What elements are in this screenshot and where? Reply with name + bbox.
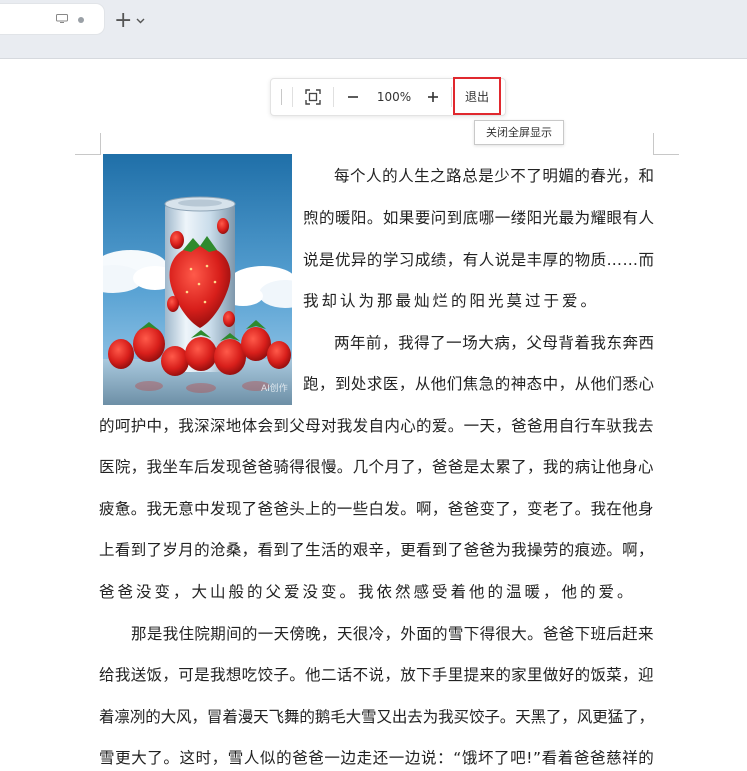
zoom-out-button[interactable] bbox=[339, 83, 367, 111]
monitor-icon bbox=[56, 14, 68, 23]
exit-fullscreen-button[interactable]: 退出 bbox=[453, 77, 501, 115]
article-line: 那是我住院期间的一天傍晚，天很冷，外面的雪下得很大。爸爸下班后赶来 bbox=[131, 625, 654, 643]
exit-tooltip: 关闭全屏显示 bbox=[474, 120, 564, 145]
fit-page-button[interactable] bbox=[299, 83, 327, 111]
toolbar-divider bbox=[292, 87, 293, 107]
article-line: 两年前，我得了一场大病，父母背着我东奔西 bbox=[334, 334, 654, 352]
article-image: AI创作 bbox=[103, 154, 292, 405]
browser-tab[interactable] bbox=[0, 4, 104, 34]
article-line: 医院，我坐车后发现爸爸骑得很慢。几个月了，爸爸是太累了，我的病让他身心 bbox=[99, 458, 654, 476]
minus-icon bbox=[348, 96, 358, 98]
article-line: 我却认为那最灿烂的阳光莫过于爱。 bbox=[303, 292, 600, 310]
article-line: 说是优异的学习成绩，有人说是丰厚的物质……而 bbox=[303, 251, 654, 269]
toolbar-divider bbox=[333, 87, 334, 107]
article-line: 上看到了岁月的沧桑，看到了生活的艰辛，更看到了爸爸为我操劳的痕迹。啊， bbox=[99, 541, 654, 559]
zoom-level: 100% bbox=[376, 90, 412, 104]
article-line: 煦的暖阳。如果要问到底哪一缕阳光最为耀眼有人 bbox=[303, 209, 654, 227]
new-tab-button[interactable]: + bbox=[114, 10, 148, 32]
article-line: 给我送饭，可是我想吃饺子。他二话不说，放下手里提来的家里做好的饭菜，迎 bbox=[99, 666, 654, 684]
chevron-down-icon bbox=[136, 18, 145, 24]
plus-icon: + bbox=[114, 8, 133, 33]
toolbar-divider bbox=[451, 87, 452, 107]
article-line: 跑，到处求医，从他们焦急的神态中，从他们悉心 bbox=[303, 375, 654, 393]
drag-handle[interactable] bbox=[281, 89, 282, 105]
strawberry-can-illustration bbox=[103, 154, 292, 405]
article-line: 爸爸没变，大山般的父爱没变。我依然感受着他的温暖，他的爱。 bbox=[99, 583, 636, 601]
plus-icon bbox=[428, 92, 438, 102]
page-corner-mark bbox=[653, 133, 679, 155]
fit-page-icon bbox=[305, 89, 321, 105]
article-line: 每个人的人生之路总是少不了明媚的春光，和 bbox=[334, 167, 654, 185]
article-line: 着凛冽的大风，冒着漫天飞舞的鹅毛大雪又出去为我买饺子。天黑了，风更猛了， bbox=[99, 708, 654, 726]
tab-status-dot bbox=[78, 17, 84, 23]
browser-tab-strip: + bbox=[0, 0, 747, 59]
image-watermark: AI创作 bbox=[261, 384, 288, 394]
article-line: 的呵护中，我深深地体会到父母对我发自内心的爱。一天，爸爸用自行车驮我去 bbox=[99, 417, 654, 435]
zoom-in-button[interactable] bbox=[419, 83, 447, 111]
article-line: 雪更大了。这时，雪人似的爸爸一边走还一边说：“饿坏了吧!”看着爸爸慈祥的 bbox=[99, 749, 654, 767]
article-line: 疲惫。我无意中发现了爸爸头上的一些白发。啊，爸爸变了，变老了。我在他身 bbox=[99, 500, 654, 518]
page-corner-mark bbox=[75, 133, 101, 155]
